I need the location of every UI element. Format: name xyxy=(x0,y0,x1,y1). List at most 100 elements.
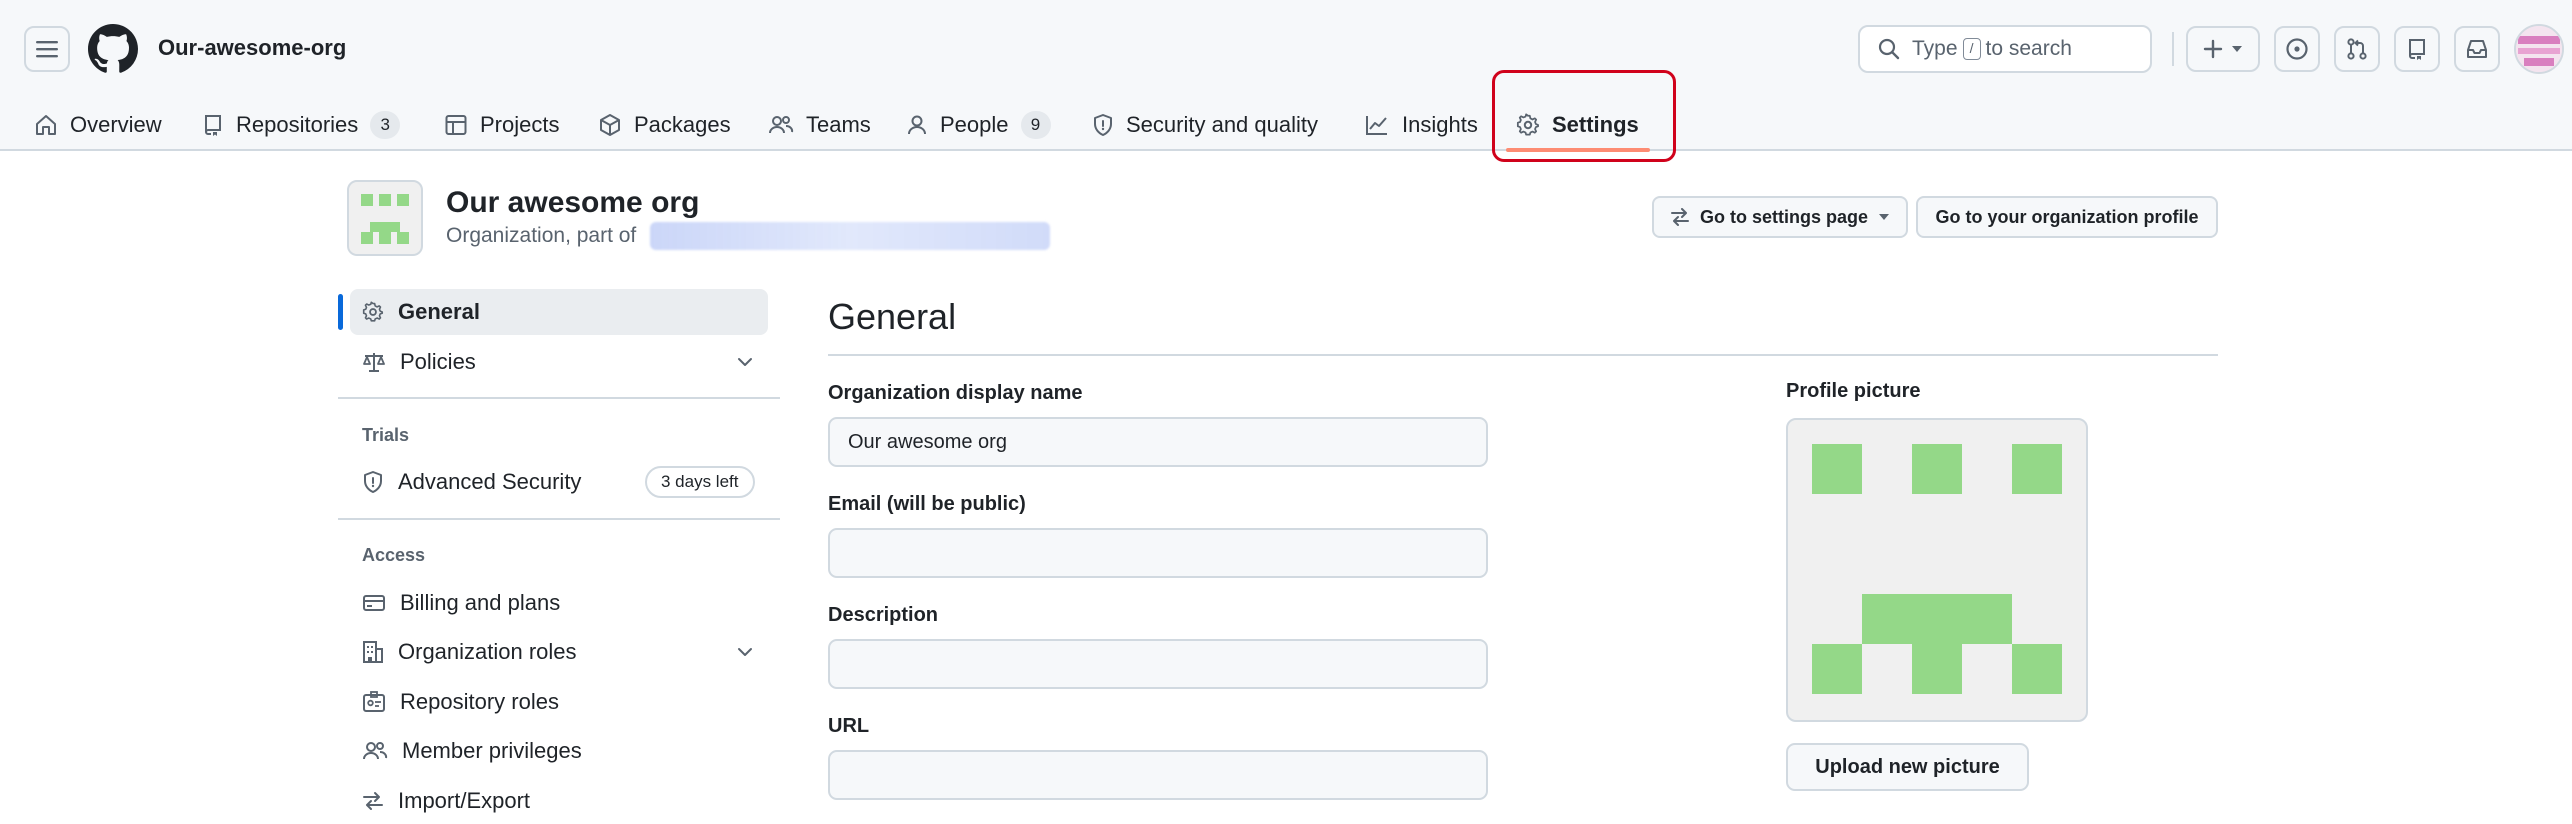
inbox-button[interactable] xyxy=(2454,26,2500,72)
inbox-icon xyxy=(2467,40,2487,58)
org-title: Our awesome org xyxy=(446,186,700,219)
display-name-field[interactable] xyxy=(828,417,1488,467)
hamburger-icon xyxy=(36,41,58,58)
table-icon xyxy=(445,114,467,135)
shield-icon xyxy=(364,471,382,493)
title-divider xyxy=(828,354,2218,356)
sidebar-item-member-privileges-label: Member privileges xyxy=(402,738,582,763)
go-to-settings-page-button[interactable]: Go to settings page xyxy=(1652,196,1908,238)
org-avatar xyxy=(347,180,423,256)
profile-picture xyxy=(1786,418,2088,722)
triangle-down-icon xyxy=(2232,46,2242,52)
sidebar-item-policies-label: Policies xyxy=(400,349,476,374)
tab-repositories[interactable]: Repositories 3 xyxy=(202,98,401,151)
sidebar-active-indicator xyxy=(338,294,343,330)
tab-people[interactable]: People 9 xyxy=(906,98,1051,151)
sidebar-item-billing[interactable]: Billing and plans xyxy=(350,580,768,626)
issues-button[interactable] xyxy=(2274,26,2320,72)
tab-security-label: Security and quality xyxy=(1126,111,1318,137)
gear-icon xyxy=(362,301,384,322)
chevron-down-icon xyxy=(738,648,752,656)
package-icon xyxy=(600,113,620,136)
sidebar-divider xyxy=(338,397,780,399)
repositories-count: 3 xyxy=(370,110,401,139)
search-prefix: Type xyxy=(1912,37,1958,60)
url-field[interactable] xyxy=(828,750,1488,800)
top-bar: Our-awesome-org Type / to search xyxy=(0,0,2572,98)
repositories-button[interactable] xyxy=(2394,26,2440,72)
organization-icon xyxy=(363,641,383,663)
tab-insights[interactable]: Insights xyxy=(1364,98,1478,151)
global-header: Our-awesome-org Type / to search Overvie… xyxy=(0,0,2572,152)
sidebar-heading-trials: Trials xyxy=(362,425,410,445)
tab-packages-label: Packages xyxy=(634,111,731,137)
profile-picture-label: Profile picture xyxy=(1786,380,1921,402)
org-identicon-icon xyxy=(361,194,409,244)
sidebar-item-import-export[interactable]: Import/Export xyxy=(350,778,768,824)
display-name-label: Organization display name xyxy=(828,382,1083,404)
plus-icon xyxy=(2203,39,2223,59)
people-count: 9 xyxy=(1020,110,1051,139)
go-to-settings-page-label: Go to settings page xyxy=(1699,206,1868,227)
sidebar-divider xyxy=(338,518,780,520)
tab-overview[interactable]: Overview xyxy=(34,98,162,151)
shield-icon xyxy=(1094,113,1112,136)
repo-icon xyxy=(2409,39,2425,60)
person-icon xyxy=(908,115,926,134)
email-field[interactable] xyxy=(828,528,1488,578)
description-label: Description xyxy=(828,604,939,626)
people-icon xyxy=(769,115,794,133)
tab-packages[interactable]: Packages xyxy=(598,98,731,151)
user-avatar[interactable] xyxy=(2514,24,2564,74)
sidebar-item-organization-roles-label: Organization roles xyxy=(398,639,577,664)
org-subtitle: Organization, part of xyxy=(446,224,637,247)
redacted-enterprise-link[interactable] xyxy=(650,222,1050,250)
credit-card-icon xyxy=(363,595,385,611)
description-field[interactable] xyxy=(828,639,1488,689)
settings-tab-highlight-annotation xyxy=(1492,70,1676,162)
sidebar-heading-access: Access xyxy=(362,545,426,565)
tab-overview-label: Overview xyxy=(70,111,162,137)
sidebar-item-repository-roles[interactable]: Repository roles xyxy=(350,679,768,725)
tab-teams[interactable]: Teams xyxy=(768,98,871,151)
url-label: URL xyxy=(828,715,870,737)
tab-insights-label: Insights xyxy=(1402,111,1478,137)
graph-icon xyxy=(1366,115,1387,135)
sidebar-item-import-export-label: Import/Export xyxy=(398,788,531,813)
pull-requests-button[interactable] xyxy=(2334,26,2380,72)
identicon-avatar-icon xyxy=(2516,26,2562,72)
upload-new-picture-button[interactable]: Upload new picture xyxy=(1786,743,2029,791)
tab-repositories-label: Repositories xyxy=(236,111,359,137)
tab-security-and-quality[interactable]: Security and quality xyxy=(1092,98,1318,151)
law-icon xyxy=(363,353,385,372)
sidebar-item-policies[interactable]: Policies xyxy=(350,339,768,385)
tab-projects[interactable]: Projects xyxy=(444,98,559,151)
page-title: General xyxy=(828,296,957,337)
triangle-down-icon xyxy=(1879,214,1889,220)
trial-days-left-badge: 3 days left xyxy=(645,466,755,498)
git-pull-request-icon xyxy=(2347,38,2367,60)
id-badge-icon xyxy=(363,691,385,712)
tab-people-label: People xyxy=(940,111,1009,137)
tab-teams-label: Teams xyxy=(806,111,871,137)
github-logo-icon[interactable] xyxy=(88,24,138,74)
org-identicon-icon xyxy=(1812,444,2062,694)
search-suffix: to search xyxy=(1985,37,2072,60)
sidebar-item-billing-label: Billing and plans xyxy=(400,590,561,615)
create-new-button[interactable] xyxy=(2186,26,2260,72)
sidebar-item-organization-roles[interactable]: Organization roles xyxy=(350,629,768,675)
sidebar-item-member-privileges[interactable]: Member privileges xyxy=(350,728,768,774)
go-to-org-profile-label: Go to your organization profile xyxy=(1935,206,2199,227)
go-to-org-profile-button[interactable]: Go to your organization profile xyxy=(1916,196,2218,238)
repo-icon xyxy=(205,114,221,136)
search-input[interactable]: Type / to search xyxy=(1858,25,2152,73)
org-name-link[interactable]: Our-awesome-org xyxy=(158,35,346,61)
chevron-down-icon xyxy=(738,358,752,366)
tab-projects-label: Projects xyxy=(480,111,560,137)
issue-opened-icon xyxy=(2286,38,2308,60)
arrow-switch-icon xyxy=(363,792,383,810)
search-shortcut-key: / xyxy=(1962,38,1981,60)
sidebar-item-advanced-security-label: Advanced Security xyxy=(398,469,582,494)
sidebar-item-general[interactable]: General xyxy=(350,289,768,335)
hamburger-menu-button[interactable] xyxy=(24,26,70,72)
